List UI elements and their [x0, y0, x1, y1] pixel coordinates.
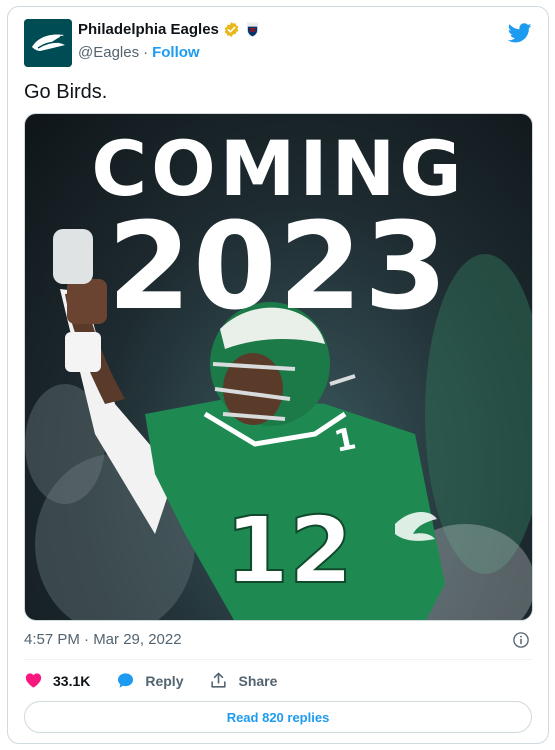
reply-bubble-icon	[118, 673, 134, 688]
info-icon[interactable]	[512, 631, 530, 649]
author-name-row: Philadelphia Eagles	[78, 21, 261, 38]
tweet-card: Philadelphia Eagles @Eagles · Follow Go …	[7, 6, 549, 744]
divider	[24, 659, 532, 660]
jersey-number: 12	[225, 497, 353, 604]
read-replies-button[interactable]: Read 820 replies	[24, 701, 532, 733]
share-button[interactable]: Share	[209, 671, 277, 690]
twitter-bird-icon[interactable]	[508, 21, 532, 45]
tweet-text: Go Birds.	[24, 81, 108, 103]
nfl-shield-icon	[247, 22, 258, 37]
reply-label: Reply	[145, 672, 184, 689]
handle[interactable]: @Eagles	[78, 44, 139, 61]
handle-row: @Eagles · Follow	[78, 44, 200, 61]
eagles-logo-icon	[24, 19, 72, 67]
separator: ·	[143, 44, 149, 61]
media-year: 2023	[107, 198, 450, 337]
display-name[interactable]: Philadelphia Eagles	[78, 21, 219, 38]
tweet-media[interactable]: 1 12 COMING 2023	[24, 113, 533, 621]
reply-button[interactable]: Reply	[116, 671, 183, 690]
share-label: Share	[238, 672, 278, 689]
like-count: 33.1K	[53, 672, 91, 689]
share-icon	[211, 672, 227, 688]
follow-button[interactable]: Follow	[152, 44, 200, 61]
tweet-actions: 33.1K Reply Share	[24, 671, 277, 690]
verified-badge-icon	[224, 22, 239, 37]
avatar[interactable]	[24, 19, 72, 67]
like-button[interactable]: 33.1K	[24, 671, 90, 690]
timestamp[interactable]: 4:57 PM · Mar 29, 2022	[24, 631, 182, 648]
heart-icon	[25, 673, 42, 688]
